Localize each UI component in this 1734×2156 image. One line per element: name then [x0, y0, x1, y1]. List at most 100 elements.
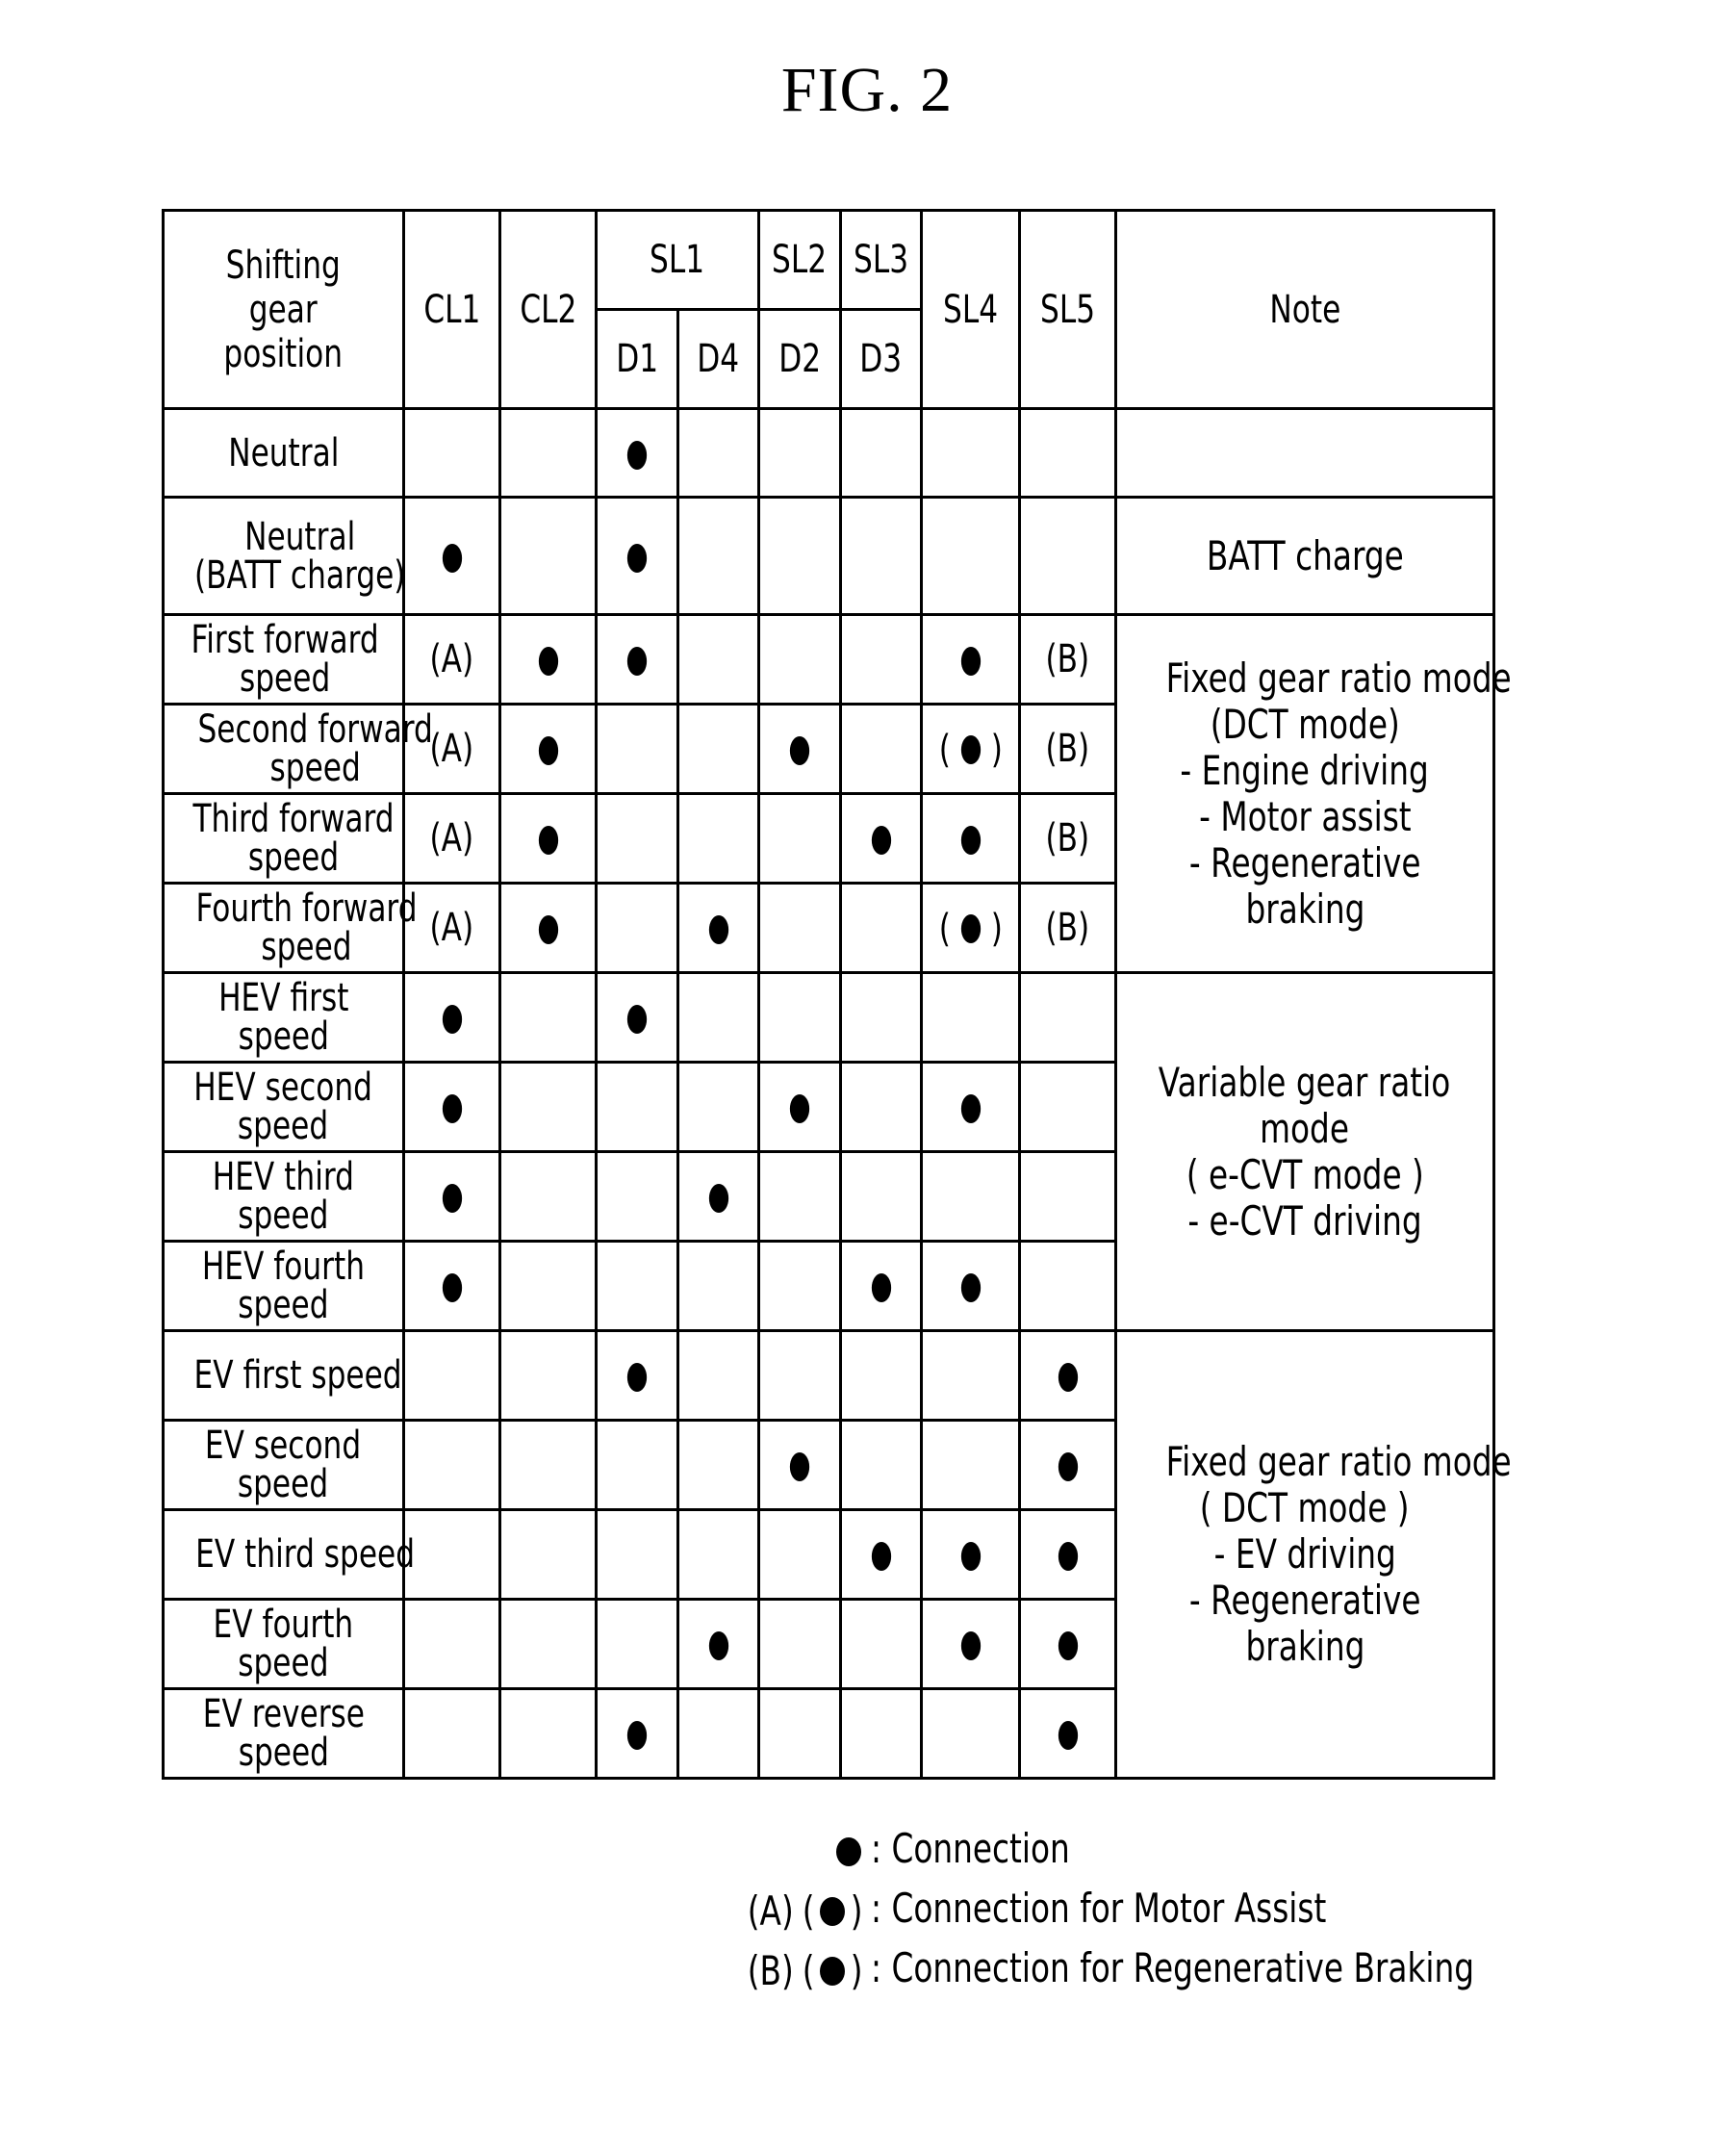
row-label: EV third speed: [162, 1508, 415, 1601]
header-sl2-text: SL2: [772, 238, 828, 282]
note-line: braking: [1245, 885, 1364, 933]
table-row: Neutral: [162, 407, 1495, 499]
cell-marker: (A): [429, 816, 474, 860]
cell-d2: [757, 1687, 842, 1780]
cell-d4: [676, 703, 760, 795]
connection-dot-icon: [626, 647, 648, 676]
cell-sl4: [920, 1508, 1021, 1601]
row-label: Neutral: [162, 407, 405, 499]
note-line: - e-CVT driving: [1187, 1196, 1422, 1245]
cell-cl1: [402, 1240, 501, 1332]
cell-sl4: [920, 613, 1021, 706]
row-label: First forward speed: [162, 613, 405, 706]
cell-cl1: [402, 1598, 501, 1690]
connection-dot-icon: [1058, 1631, 1078, 1660]
note-cell: Fixed gear ratio mode( DCT mode ) - EV dr…: [1114, 1329, 1512, 1780]
cell-sl5: (B): [1018, 882, 1117, 974]
header-label-text: Shifting gear position: [223, 243, 344, 376]
cell-d2: [757, 1419, 842, 1511]
cell-d1: [595, 792, 679, 885]
connection-dot-icon: [960, 826, 981, 855]
cell-sl4: [920, 971, 1021, 1064]
cell-d4: [676, 792, 760, 885]
legend-text: : Connection for Motor Assist: [871, 1885, 1327, 1932]
cell-d4: [676, 1419, 760, 1511]
cell-d2: [757, 1240, 842, 1332]
header-sl5: SL5: [1018, 209, 1117, 410]
row-label: EV reverse speed: [162, 1687, 405, 1780]
cell-cl2: [498, 1061, 598, 1153]
cell-cl1: [402, 1061, 501, 1153]
header-d3: D3: [839, 308, 923, 410]
cell-marker: (B): [1045, 637, 1090, 681]
note-line: Fixed gear ratio mode: [1165, 654, 1512, 702]
row-label: HEV third speed: [162, 1150, 405, 1243]
connection-dot-icon: [960, 1631, 981, 1660]
header-d4: D4: [676, 308, 760, 410]
cell-d4: [676, 1240, 760, 1332]
table-row: Neutral (BATT charge) BATT charge: [162, 496, 1495, 616]
cell-d2: [757, 792, 842, 885]
cell-d4: [676, 1508, 760, 1601]
note-line: - EV driving: [1213, 1530, 1396, 1578]
figure-title: FIG. 2: [780, 55, 954, 125]
cell-sl4: [920, 1419, 1021, 1511]
note-line: Fixed gear ratio mode: [1165, 1438, 1512, 1485]
header-d2-text: D2: [778, 337, 821, 381]
cell-d4: [676, 496, 760, 616]
legend-text: : Connection for Regenerative Braking: [871, 1944, 1475, 1991]
legend-symbol: (B)(): [747, 1946, 863, 1994]
legend-symbol: (A)(): [747, 1886, 863, 1935]
cell-sl4: [920, 1598, 1021, 1690]
legend: : Connection (A)(): Connection for Motor …: [741, 1819, 1645, 1998]
cell-d2: [757, 1598, 842, 1690]
header-sl5-text: SL5: [1039, 287, 1096, 332]
paren-open: (: [938, 907, 951, 951]
cell-cl2: [498, 703, 598, 795]
cell-cl2: [498, 496, 598, 616]
note-line: Variable gear ratio: [1159, 1058, 1451, 1106]
cell-d4: [676, 1061, 760, 1153]
connection-dot-icon: [626, 1005, 648, 1034]
header-note-text: Note: [1269, 287, 1340, 332]
connection-dot-icon: [1058, 1452, 1078, 1481]
cell-d1: [595, 1419, 679, 1511]
cell-d1: [595, 971, 679, 1064]
cell-sl5: [1018, 1061, 1117, 1153]
cell-d3: [839, 703, 923, 795]
cell-cl2: [498, 971, 598, 1064]
motor-assist-dot-icon: [960, 735, 981, 764]
cell-d1: [595, 1150, 679, 1243]
cell-marker: (B): [1045, 906, 1090, 950]
cell-d2: [757, 971, 842, 1064]
cell-sl5: [1018, 1240, 1117, 1332]
cell-cl2: [498, 613, 598, 706]
note-line: - Regenerative: [1188, 838, 1421, 886]
cell-d2: [757, 1150, 842, 1243]
cell-cl1: (A): [402, 882, 501, 974]
cell-d2: [757, 1329, 842, 1422]
table-row: HEV first speed Variable gear ratio mode( e…: [162, 971, 1495, 1332]
legend-text: : Connection: [871, 1825, 1070, 1872]
row-label: Second forward speed: [162, 703, 433, 795]
header-sl1-text: SL1: [650, 238, 705, 282]
cell-d3: [839, 792, 923, 885]
cell-d4: [676, 1150, 760, 1243]
row-label: HEV first speed: [162, 971, 405, 1064]
cell-cl1: [402, 1329, 501, 1422]
cell-sl4: [920, 496, 1021, 616]
row-label: EV first speed: [162, 1329, 405, 1422]
note-line: braking: [1245, 1623, 1364, 1670]
connection-dot-icon: [1058, 1542, 1078, 1571]
table-body: Neutral Neutral (BATT charge) BATT charge Fi…: [162, 407, 1512, 1780]
paren-close: ): [990, 907, 1003, 951]
cell-sl5: [1018, 1150, 1117, 1243]
cell-sl5: [1018, 496, 1117, 616]
cell-sl4: (): [920, 882, 1021, 974]
cell-d3: [839, 971, 923, 1064]
connection-dot-icon: [538, 826, 558, 855]
connection-dot-icon: [960, 1542, 981, 1571]
cell-d2: [757, 1061, 842, 1153]
note-cell: Variable gear ratio mode( e-CVT mode ) - e…: [1114, 971, 1495, 1332]
connection-dot-icon: [708, 1184, 728, 1213]
